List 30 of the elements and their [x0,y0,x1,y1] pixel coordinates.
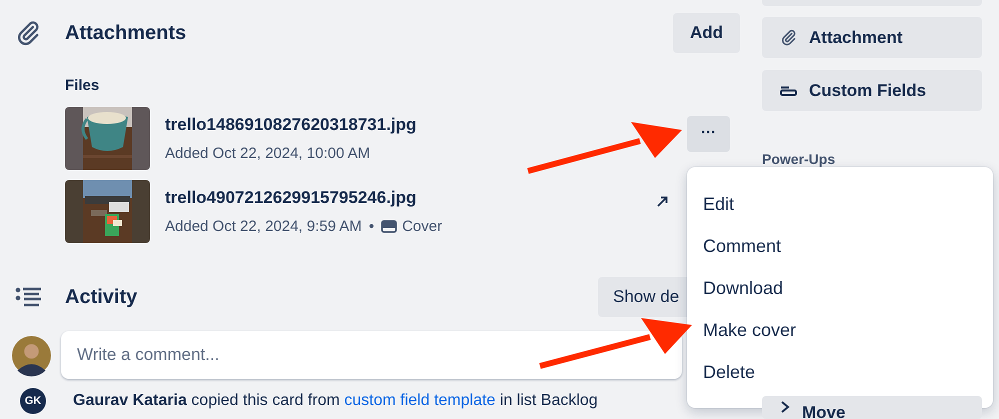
more-button[interactable]: ··· [687,116,730,152]
menu-item[interactable]: Comment [687,225,993,267]
separator-dot: • [368,216,374,236]
template-link[interactable]: custom field template [344,392,496,409]
avatar [12,334,51,376]
file-date: Added Oct 22, 2024, 10:00 AM [165,144,370,164]
cover-icon [381,220,398,234]
external-link-icon[interactable] [657,196,668,207]
file-name[interactable]: trello1486910827620318731.jpg [165,112,416,138]
activity-text: Gaurav Kataria copied this card from custom field template in list Backlog [73,391,598,411]
sidebar-section-title: Power-Ups [762,150,836,169]
files-label: Files [65,76,100,96]
section-title: Activity [65,285,138,310]
fields-icon [780,86,797,96]
sidebar-button[interactable]: Attachment [762,17,982,58]
cover-label: Cover [402,216,442,236]
section-title: Attachments [65,21,186,46]
list-icon [15,287,41,307]
file-name[interactable]: trello4907212629915795246.jpg [165,185,442,210]
comment-field[interactable]: Write a comment... [60,331,682,379]
paperclip-icon [780,29,797,46]
file-date: Added Oct 22, 2024, 9:59 AM [165,216,362,236]
add-button[interactable]: Add [673,13,740,53]
paperclip-icon [15,20,41,46]
menu-item[interactable]: Delete [687,351,993,393]
menu-item[interactable]: Edit [687,183,993,225]
move-button[interactable]: Move [762,396,982,419]
chevron-icon [780,400,790,414]
sidebar-button[interactable]: Custom Fields [762,70,982,111]
avatar-initials: GK [20,388,46,414]
